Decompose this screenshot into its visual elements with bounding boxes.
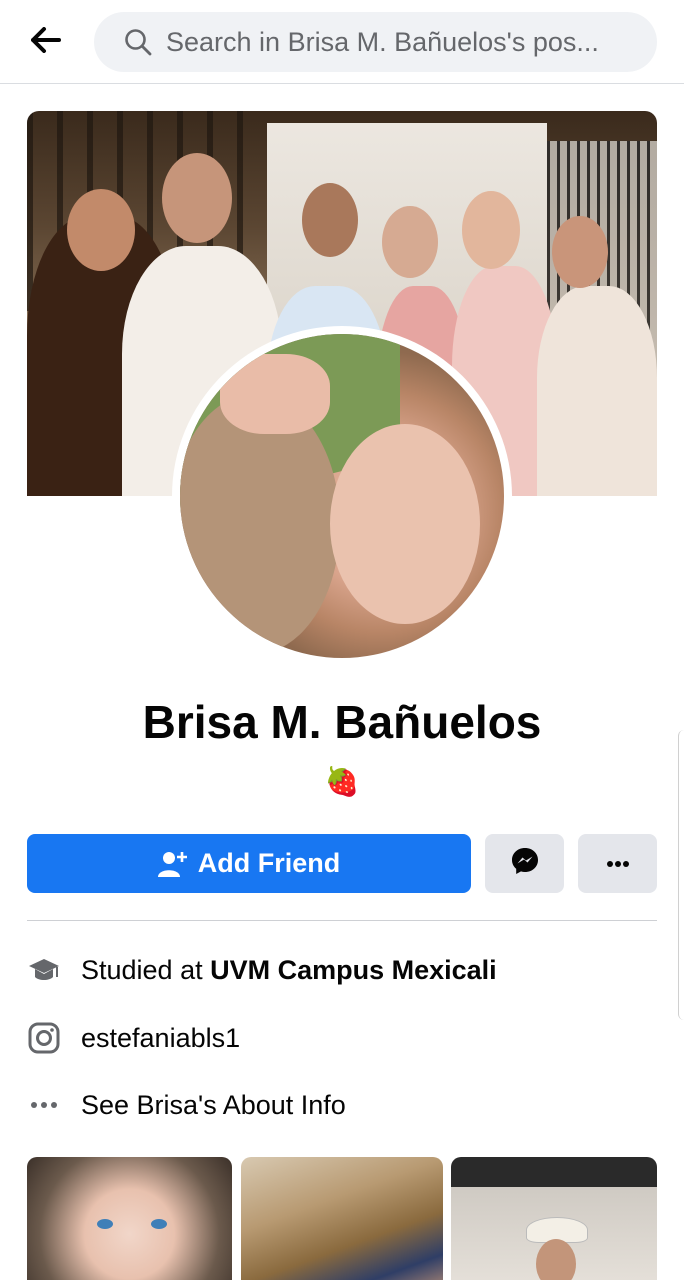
info-instagram[interactable]: estefaniabls1	[27, 1018, 657, 1058]
photo-thumbnail[interactable]	[27, 1157, 232, 1280]
search-placeholder: Search in Brisa M. Bañuelos's pos...	[166, 26, 599, 57]
add-friend-label: Add Friend	[197, 848, 341, 878]
search-icon	[124, 27, 154, 57]
profile-name: Brisa M. Bañuelos	[142, 696, 542, 748]
photo-thumbnail[interactable]	[241, 1157, 443, 1280]
see-about-info[interactable]: See Brisa's About Info	[27, 1085, 657, 1125]
message-button[interactable]	[485, 834, 564, 893]
dots-icon	[27, 1088, 61, 1122]
divider	[27, 920, 657, 921]
graduation-cap-icon	[27, 953, 61, 987]
arrow-left-icon	[31, 26, 61, 58]
back-button[interactable]	[22, 22, 70, 62]
add-friend-button[interactable]: Add Friend	[27, 834, 471, 893]
info-education[interactable]: Studied at UVM Campus Mexicali	[27, 950, 657, 990]
instagram-icon	[27, 1021, 61, 1055]
about-link-label: See Brisa's About Info	[81, 1089, 346, 1120]
scrollbar[interactable]	[678, 730, 684, 1020]
profile-bio: 🍓	[324, 766, 360, 797]
more-dots-icon	[606, 855, 630, 873]
profile-picture[interactable]	[180, 334, 504, 658]
search-bar[interactable]: Search in Brisa M. Bañuelos's pos...	[94, 12, 657, 72]
top-bar: Search in Brisa M. Bañuelos's pos...	[0, 0, 684, 84]
study-place[interactable]: UVM Campus Mexicali	[210, 955, 497, 986]
more-options-button[interactable]	[578, 834, 657, 893]
instagram-handle[interactable]: estefaniabls1	[81, 1023, 240, 1054]
add-friend-icon	[157, 850, 188, 878]
messenger-icon	[510, 846, 540, 881]
study-prefix: Studied at	[81, 954, 211, 985]
photo-thumbnail[interactable]	[451, 1157, 657, 1280]
